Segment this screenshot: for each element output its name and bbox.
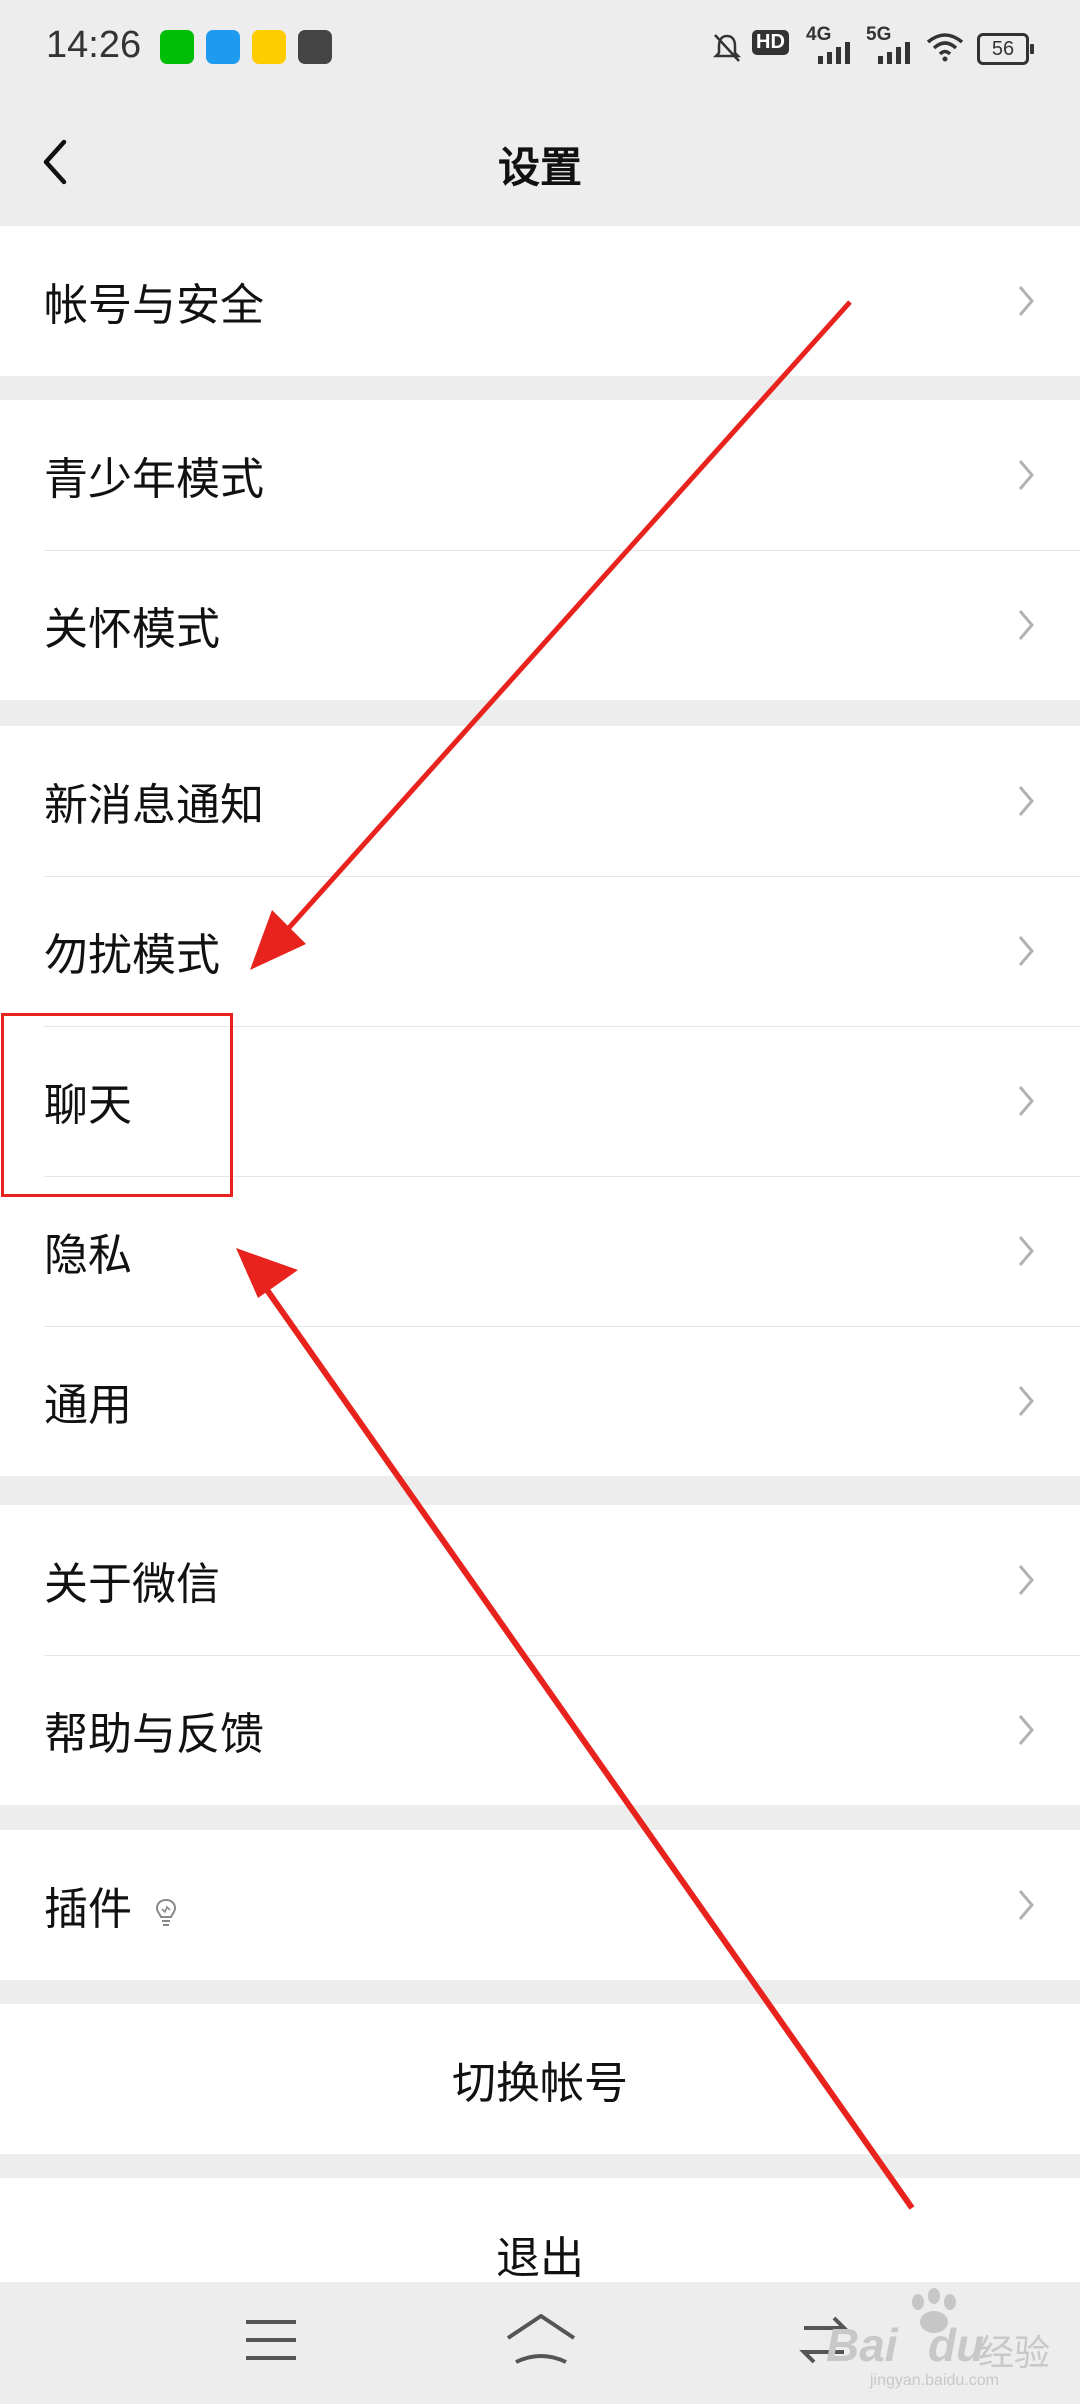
watermark-url: jingyan.baidu.com bbox=[870, 2372, 999, 2389]
watermark-sub: 经验 bbox=[978, 2333, 1051, 2374]
baidu-jingyan-watermark: Bai du 经验 jingyan.baidu.com bbox=[826, 2288, 1056, 2389]
annotation-arrows bbox=[236, 300, 915, 2210]
watermark-brand2: du bbox=[928, 2319, 985, 2371]
annotation-arrow-upper bbox=[250, 300, 852, 970]
watermark-brand: Bai bbox=[826, 2319, 898, 2371]
annotation-arrow-lower bbox=[236, 1248, 915, 2210]
